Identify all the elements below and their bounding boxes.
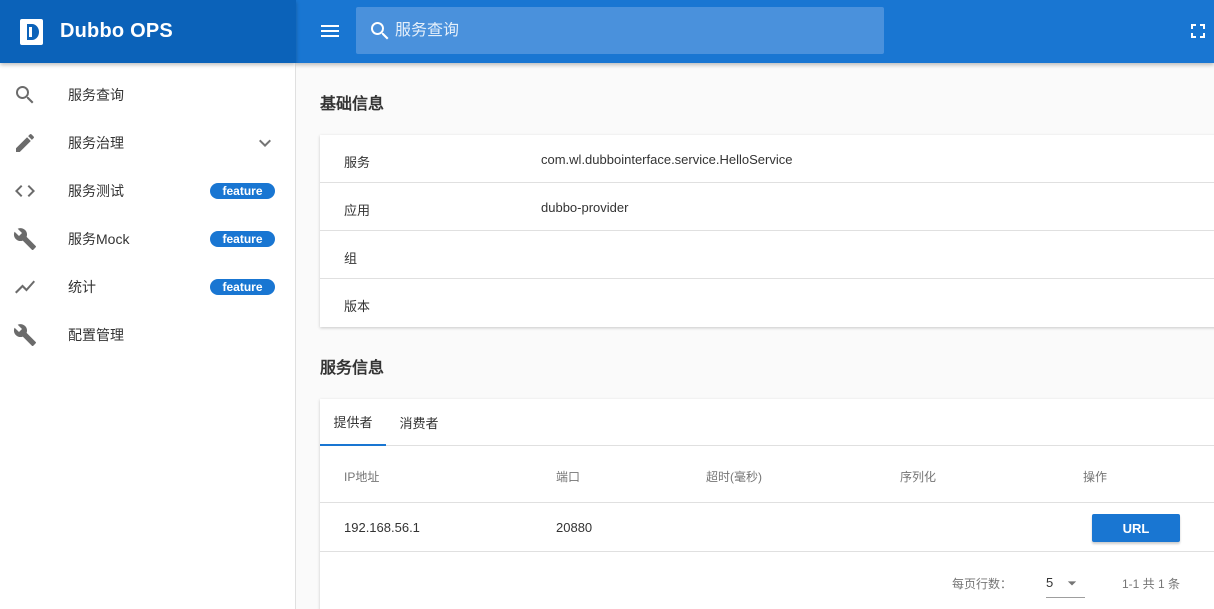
service-info-title: 服务信息	[320, 360, 385, 377]
wrench-icon	[13, 227, 37, 251]
sidebar-item-service-mock[interactable]: 服务Mock feature	[0, 215, 295, 263]
pencil-icon	[13, 131, 37, 155]
info-value: com.wl.dubbointerface.service.HelloServi…	[541, 152, 793, 167]
rows-per-page-select[interactable]: 5	[1046, 566, 1085, 598]
service-info-card: 提供者 消费者 IP地址 端口 超时(毫秒) 序列化 操作 192.168.56…	[320, 399, 1214, 609]
column-header-port[interactable]: 端口	[556, 468, 580, 485]
basic-info-title: 基础信息	[320, 96, 385, 113]
sidebar-item-label: 统计	[68, 279, 96, 295]
brand-header: Dubbo OPS	[0, 0, 296, 63]
info-label: 服务	[344, 155, 371, 170]
sidebar-item-service-test[interactable]: 服务测试 feature	[0, 167, 295, 215]
sidebar: 服务查询 服务治理 服务测试 feature 服务Mock feature 统计…	[0, 63, 296, 609]
sidebar-item-service-governance[interactable]: 服务治理	[0, 119, 295, 167]
rows-per-page-label: 每页行数：	[952, 577, 1013, 591]
tab-consumers[interactable]: 消费者	[386, 399, 452, 446]
search-icon	[368, 19, 392, 43]
tab-bar: 提供者 消费者	[320, 399, 1214, 446]
table-header: IP地址 端口 超时(毫秒) 序列化 操作	[320, 446, 1214, 503]
sidebar-item-label: 配置管理	[68, 327, 124, 343]
table-footer: 每页行数： 5 1-1 共 1 条	[320, 552, 1214, 609]
feature-badge: feature	[210, 279, 275, 295]
sidebar-item-statistics[interactable]: 统计 feature	[0, 263, 295, 311]
table-row: 192.168.56.1 20880 URL	[320, 503, 1214, 552]
cell-ip: 192.168.56.1	[344, 520, 420, 535]
feature-badge: feature	[210, 183, 275, 199]
search-bar[interactable]	[356, 7, 884, 54]
sidebar-item-label: 服务Mock	[68, 231, 130, 247]
info-row-version: 版本	[320, 279, 1214, 327]
top-toolbar	[296, 0, 1214, 63]
trending-icon	[13, 275, 37, 299]
column-header-timeout[interactable]: 超时(毫秒)	[706, 468, 762, 485]
column-header-action: 操作	[1083, 470, 1108, 484]
app-title: Dubbo OPS	[60, 20, 173, 42]
pagination-info: 1-1 共 1 条	[1122, 577, 1181, 591]
column-header-serialization[interactable]: 序列化	[900, 468, 936, 485]
info-row-service: 服务 com.wl.dubbointerface.service.HelloSe…	[320, 135, 1214, 183]
chevron-down-icon[interactable]	[253, 131, 277, 155]
feature-badge: feature	[210, 231, 275, 247]
sidebar-item-service-query[interactable]: 服务查询	[0, 71, 295, 119]
sidebar-item-config-management[interactable]: 配置管理	[0, 311, 295, 359]
code-icon	[13, 179, 37, 203]
cell-port: 20880	[556, 520, 593, 535]
fullscreen-icon[interactable]	[1186, 19, 1210, 43]
search-icon	[13, 83, 37, 107]
sidebar-item-label: 服务测试	[68, 183, 124, 199]
dropdown-arrow-icon	[1062, 573, 1082, 593]
search-input[interactable]	[395, 21, 855, 40]
tab-providers[interactable]: 提供者	[320, 399, 386, 446]
wrench-icon	[13, 323, 37, 347]
rows-per-page-value: 5	[1046, 575, 1054, 590]
dubbo-logo-icon	[20, 18, 43, 45]
info-label: 应用	[344, 203, 371, 218]
sidebar-item-label: 服务查询	[68, 87, 124, 103]
column-header-ip[interactable]: IP地址	[344, 468, 379, 485]
url-button[interactable]: URL	[1092, 514, 1180, 542]
info-label: 组	[344, 251, 358, 266]
sidebar-item-label: 服务治理	[68, 135, 124, 151]
info-value: dubbo-provider	[541, 200, 629, 215]
info-row-application: 应用 dubbo-provider	[320, 183, 1214, 231]
info-label: 版本	[344, 299, 371, 314]
menu-icon[interactable]	[318, 19, 342, 43]
info-row-group: 组	[320, 231, 1214, 279]
basic-info-card: 服务 com.wl.dubbointerface.service.HelloSe…	[320, 135, 1214, 327]
